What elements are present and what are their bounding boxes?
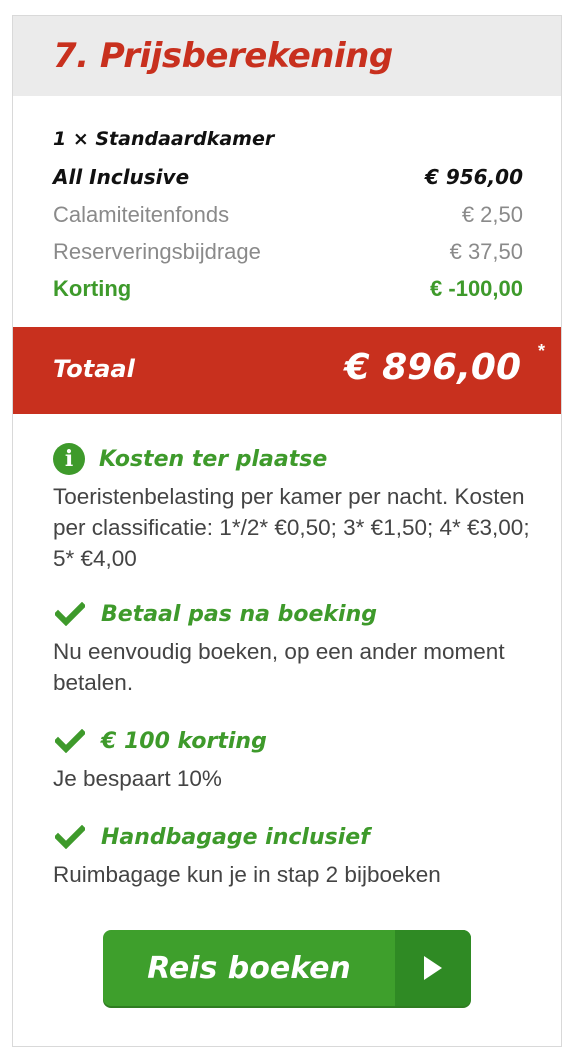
total-footnote-marker: *: [537, 341, 545, 361]
board-value: € 956,00: [424, 165, 523, 189]
discount-line: Korting € -100,00: [53, 274, 523, 304]
info-item: € 100 korting Je bespaart 10%: [53, 725, 531, 794]
reservation-value: € 37,50: [449, 239, 523, 264]
reservation-label: Reserveringsbijdrage: [53, 239, 261, 264]
price-calculation-card: 7. Prijsberekening 1 × Standaardkamer Al…: [12, 15, 562, 1047]
info-item-text: Ruimbagage kun je in stap 2 bijboeken: [53, 862, 441, 887]
discount-label: Korting: [53, 276, 132, 301]
check-icon: [53, 727, 87, 755]
total-value: € 896,00: [344, 347, 521, 388]
info-item-text: Je bespaart 10%: [53, 766, 222, 791]
info-item-title: Handbagage inclusief: [101, 824, 370, 850]
info-item-title: € 100 korting: [101, 728, 267, 754]
discount-value: € -100,00: [430, 276, 523, 301]
info-item-text: Nu eenvoudig boeken, op een ander moment…: [53, 639, 505, 695]
section-header: 7. Prijsberekening: [13, 16, 561, 96]
book-trip-button[interactable]: Reis boeken: [103, 930, 471, 1006]
room-line: 1 × Standaardkamer: [53, 124, 523, 154]
room-label: 1 × Standaardkamer: [53, 128, 275, 150]
fund-label: Calamiteitenfonds: [53, 202, 230, 227]
info-item: Betaal pas na boeking Nu eenvoudig boeke…: [53, 598, 531, 698]
total-label: Totaal: [53, 355, 135, 383]
board-label: All Inclusive: [53, 165, 190, 189]
section-title: 7. Prijsberekening: [53, 36, 393, 76]
check-icon: [53, 823, 87, 851]
play-arrow-icon: [395, 930, 471, 1006]
fund-line: Calamiteitenfonds € 2,50: [53, 200, 523, 230]
info-item: Handbagage inclusief Ruimbagage kun je i…: [53, 821, 531, 890]
info-icon: i: [53, 443, 85, 475]
check-icon: [53, 600, 87, 628]
reservation-line: Reserveringsbijdrage € 37,50: [53, 237, 523, 267]
info-item-title: Betaal pas na boeking: [101, 601, 377, 627]
board-line: All Inclusive € 956,00: [53, 162, 523, 192]
info-item-title: Kosten ter plaatse: [99, 446, 328, 472]
info-item-text: Toeristenbelasting per kamer per nacht. …: [53, 484, 530, 571]
info-item: i Kosten ter plaatse Toeristenbelasting …: [53, 443, 531, 574]
book-trip-button-label: Reis boeken: [147, 950, 351, 986]
fund-value: € 2,50: [461, 202, 523, 227]
total-bar: Totaal € 896,00 *: [13, 327, 561, 414]
